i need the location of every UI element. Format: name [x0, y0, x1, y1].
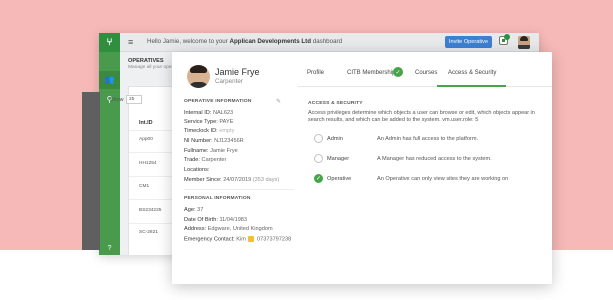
info-fullname: Fullname: Jamie Frye	[184, 148, 238, 154]
tab-access-security[interactable]: Access & Security	[448, 70, 496, 76]
top-bar: ⑂ ≡ Hello Jamie, welcome to your Applica…	[99, 33, 539, 52]
operative-name: Jamie Frye	[215, 67, 260, 77]
users-icon[interactable]: 👥	[104, 74, 115, 85]
active-tab-indicator	[437, 85, 506, 87]
welcome-suffix: dashboard	[312, 38, 343, 45]
table-row[interactable]: App00	[139, 137, 153, 142]
info-age: Age: 37	[184, 207, 203, 213]
info-emergency-contact: Emergency Contact: Kim 07373797238	[184, 236, 291, 242]
info-value: PAYE	[219, 119, 234, 125]
role-desc-operative: An Operative can only view sites they ar…	[377, 176, 509, 182]
role-name-manager: Manager	[327, 156, 350, 162]
info-value: 11/04/1983	[219, 217, 248, 223]
info-value: NAL623	[212, 110, 234, 116]
contact-badge-icon	[248, 236, 255, 242]
info-label: Timeclock ID:	[184, 128, 218, 134]
info-value: Kim	[236, 236, 246, 243]
info-internal-id: Internal ID: NAL623	[184, 110, 233, 116]
info-label: Internal ID:	[184, 110, 212, 116]
role-radio-manager[interactable]	[314, 154, 323, 163]
info-value: NJ123456R	[214, 138, 244, 144]
info-locations: Locations:	[184, 167, 210, 173]
int-id-column-header[interactable]: Int.ID	[139, 120, 152, 126]
dark-shadow-panel	[82, 92, 100, 250]
info-value: Edgware, United Kingdom	[207, 226, 273, 232]
table-row[interactable]: CM1	[139, 184, 149, 189]
role-name-admin: Admin	[327, 136, 343, 142]
info-address: Address: Edgware, United Kingdom	[184, 226, 273, 232]
page-size-select[interactable]: 25	[126, 95, 142, 104]
role-desc-admin: An Admin has full access to the platform…	[377, 136, 479, 142]
role-radio-operative[interactable]: ✓	[314, 174, 323, 183]
edit-pencil-icon[interactable]: ✎	[276, 98, 283, 105]
table-row[interactable]: HH1254	[139, 161, 157, 166]
tab-citb-membership[interactable]: CITB Membership	[347, 70, 395, 76]
user-avatar[interactable]	[518, 36, 530, 49]
role-name-operative: Operative	[327, 176, 352, 182]
info-label: NI Number:	[184, 138, 213, 144]
access-security-title: ACCESS & SECURITY	[308, 101, 363, 106]
operatives-title: OPERATIVES	[128, 58, 164, 64]
info-value: Jamie Frye	[210, 148, 238, 154]
info-value: 37	[197, 207, 204, 213]
personal-info-title: PERSONAL INFORMATION	[184, 196, 251, 201]
tab-courses[interactable]: Courses	[415, 70, 437, 76]
operative-profile-card: Jamie Frye Carpenter Profile CITB Member…	[172, 52, 552, 284]
access-description: Access privileges determine which object…	[308, 110, 535, 124]
info-date-of-birth: Date Of Birth: 11/04/1983	[184, 217, 247, 223]
info-timeclock-id: Timeclock ID: empty	[184, 128, 234, 134]
info-label: Trade:	[184, 157, 200, 163]
info-value: empty	[219, 128, 235, 134]
menu-icon[interactable]: ≡	[128, 37, 133, 47]
info-phone[interactable]: 07373797238	[257, 236, 291, 242]
member-days: (353 days)	[252, 177, 280, 183]
profile-tabs: Profile CITB Membership ✓ Courses Access…	[298, 61, 552, 87]
info-member-since: Member Since: 24/07/2019 (353 days)	[184, 177, 279, 183]
tab-profile[interactable]: Profile	[307, 70, 324, 76]
table-row[interactable]: SC-2821	[139, 230, 158, 235]
operative-role: Carpenter	[215, 78, 244, 85]
info-label: Locations:	[184, 167, 210, 173]
operative-avatar	[187, 65, 210, 88]
help-icon[interactable]: ?	[99, 241, 120, 255]
invite-operative-button[interactable]: Invite Operative	[445, 36, 492, 48]
info-value: 24/07/2019	[223, 177, 252, 183]
info-ni-number: NI Number: NJ123456R	[184, 138, 244, 144]
show-label: Show	[110, 97, 124, 103]
section-divider	[184, 189, 294, 190]
app-logo-icon[interactable]: ⑂	[99, 33, 120, 52]
check-icon: ✓	[393, 67, 403, 77]
company-name: Applican Developments Ltd	[229, 38, 312, 45]
operative-info-title: OPERATIVE INFORMATION	[184, 99, 252, 104]
info-label: Age:	[184, 207, 196, 213]
info-label: Emergency Contact:	[184, 236, 235, 243]
role-radio-admin[interactable]	[314, 134, 323, 143]
welcome-prefix: Hello Jamie, welcome to your	[147, 38, 228, 45]
info-value: Carpenter	[201, 157, 227, 163]
role-desc-manager: A Manager has reduced access to the syst…	[377, 156, 492, 162]
left-rail: 👥 ⚲ ?	[99, 52, 120, 255]
info-trade: Trade: Carpenter	[184, 157, 226, 163]
info-label: Address:	[184, 226, 207, 232]
table-row[interactable]: BS234225	[139, 208, 161, 213]
info-label: Date Of Birth:	[184, 217, 218, 223]
info-label: Member Since:	[184, 177, 222, 183]
info-label: Service Type:	[184, 119, 218, 125]
notification-badge	[504, 34, 510, 40]
info-service-type: Service Type: PAYE	[184, 119, 233, 125]
info-label: Fullname:	[184, 148, 209, 154]
welcome-message: Hello Jamie, welcome to your Applican De…	[147, 38, 342, 45]
